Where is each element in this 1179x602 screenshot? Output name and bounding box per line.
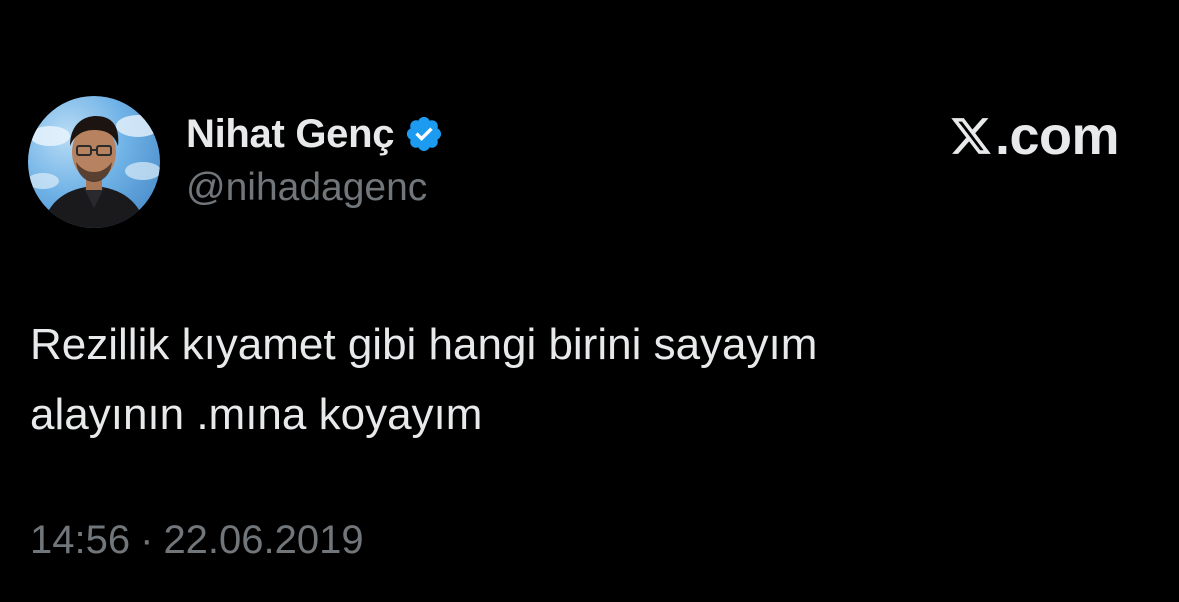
author-display-name[interactable]: Nihat Genç — [186, 112, 394, 157]
tweet-text: Rezillik kıyamet gibi hangi birini sayay… — [30, 320, 818, 439]
brand-watermark: .com — [949, 106, 1120, 166]
x-logo-icon — [949, 114, 993, 158]
tweet-timestamp[interactable]: 14:56 · 22.06.2019 — [30, 518, 364, 563]
brand-domain-text: .com — [994, 106, 1120, 166]
tweet-card: Nihat Genç @nihadagenc .com Rezillik kıy… — [0, 0, 1179, 602]
avatar-image — [28, 115, 160, 228]
avatar[interactable] — [28, 96, 160, 228]
author-handle[interactable]: @nihadagenc — [186, 166, 444, 210]
verified-badge-icon — [404, 114, 444, 154]
author-name-row: Nihat Genç — [186, 108, 444, 160]
author-info: Nihat Genç @nihadagenc — [186, 108, 444, 210]
tweet-time: 14:56 — [30, 518, 131, 562]
tweet-date: 22.06.2019 — [163, 518, 364, 562]
timestamp-separator: · — [140, 518, 154, 562]
